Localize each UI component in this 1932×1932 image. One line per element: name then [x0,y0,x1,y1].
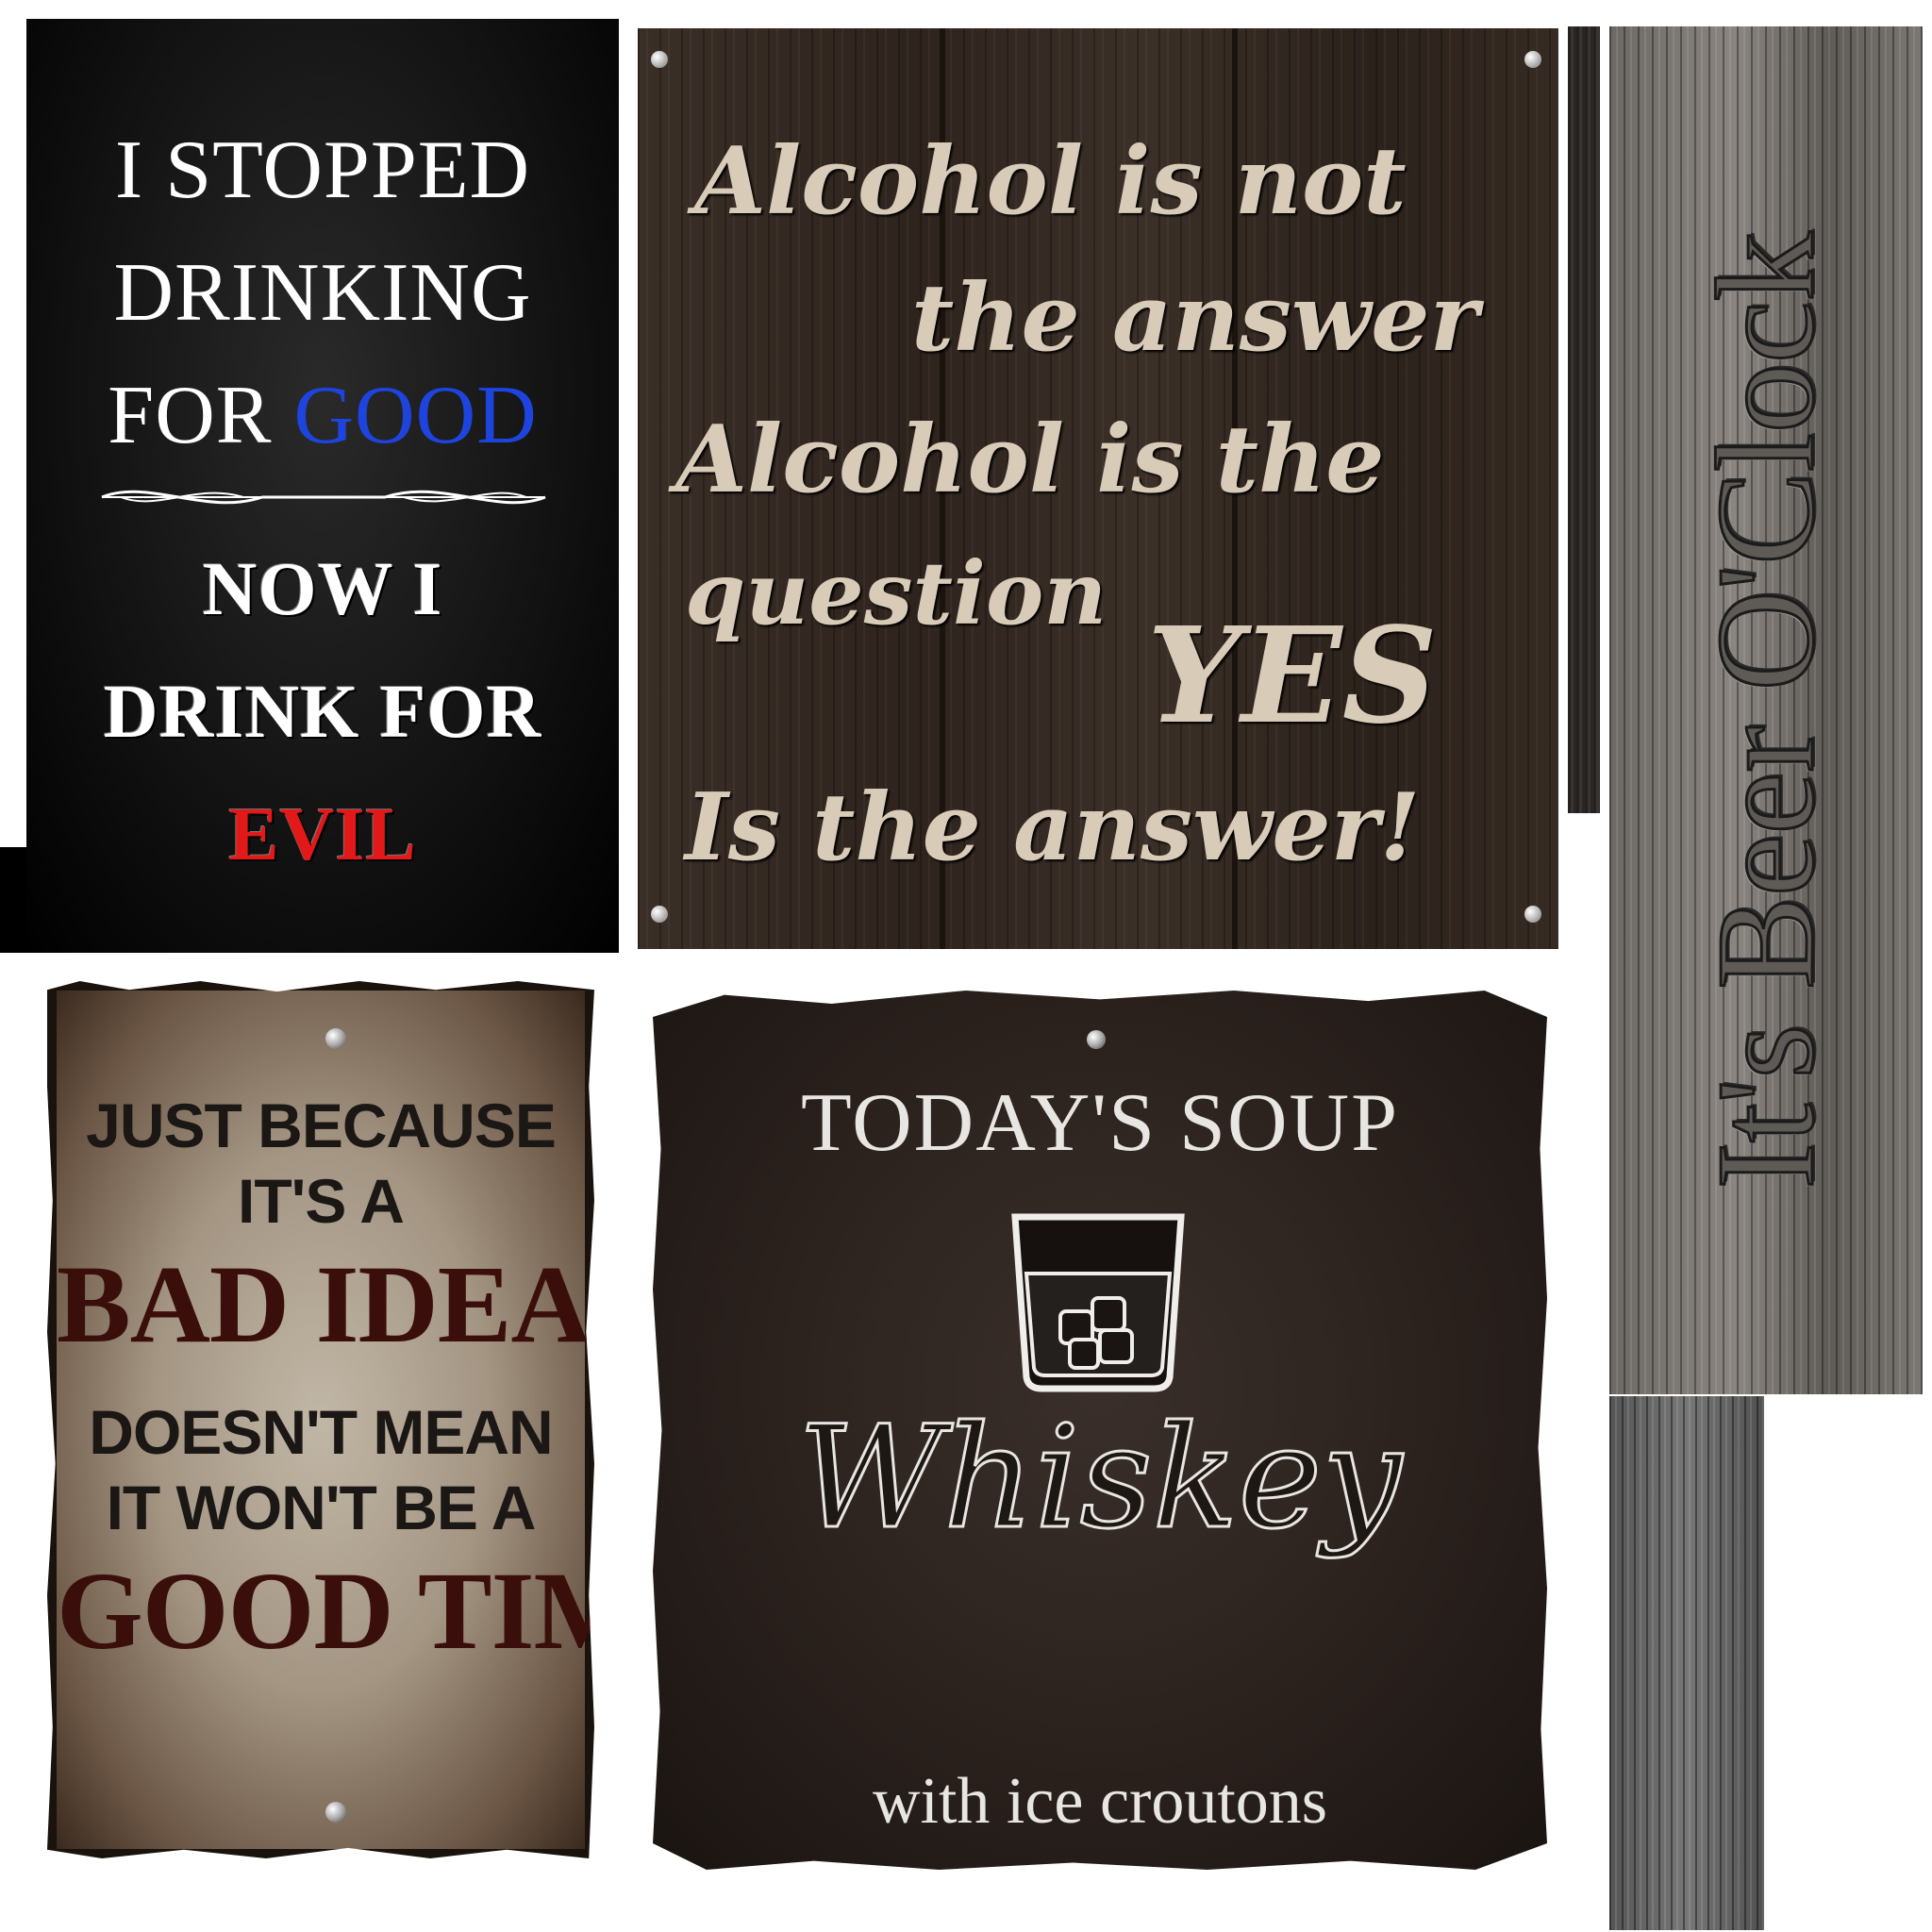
whiskey-glass-icon [1011,1213,1185,1392]
sign-line: FOR GOOD [26,368,619,463]
ornament-divider [101,490,546,505]
sign-line: Alcohol is the [675,406,1385,514]
stopped-drinking-sign: I STOPPED DRINKING FOR GOOD NOW I DRINK … [26,19,619,953]
screw-icon [325,1028,346,1049]
whiskey-text: Whiskey [796,1395,1403,1562]
evil-word: EVIL [228,793,417,876]
sign-line: Alcohol is not [694,127,1407,236]
beer-oclock-text: It's Beer O'Clock [1688,230,1845,1191]
soup-title: TODAY'S SOUP [800,1077,1400,1169]
sign-line: I STOPPED [114,125,531,216]
good-time-text: GOOD TIME [57,1549,711,1673]
screw-icon [1524,906,1541,923]
sign-line: DOESN'T MEAN [89,1397,553,1467]
sign-line: DRINKING [113,247,532,339]
sign-line: JUST BECAUSE [86,1091,557,1160]
soup-subtitle: with ice croutons [872,1765,1328,1838]
wood-strip [1568,26,1600,813]
sign-line-prefix: FOR [108,370,294,461]
alcohol-answer-sign: Alcohol is not the answer Alcohol is the… [638,28,1558,949]
screw-icon [325,1802,346,1823]
sign-line: IT WON'T BE A [106,1473,537,1542]
sign-line: IT'S A [238,1166,405,1236]
sign-line: question [685,542,1108,644]
screw-icon [1524,51,1541,68]
sign-line: DRINK FOR [103,671,542,754]
screw-icon [651,51,668,68]
sign-line: NOW I [202,548,443,631]
sign-line: the answer [911,264,1479,373]
black-sign-edge [0,847,26,953]
todays-soup-sign: TODAY'S SOUP Whiskey with ice croutons [653,991,1547,1870]
good-word: GOOD [293,370,538,461]
screw-icon [1087,1030,1106,1049]
bad-idea-sign: JUST BECAUSE IT'S A BAD IDEA DOESN'T MEA… [47,981,594,1858]
sign-line: Is the answer! [685,774,1421,882]
beer-oclock-sign: It's Beer O'Clock [1609,26,1923,1394]
wood-strip [1609,1396,1764,1930]
screw-icon [651,906,668,923]
bad-idea-text: BAD IDEA [57,1242,591,1366]
yes-word: YES [1147,599,1438,754]
